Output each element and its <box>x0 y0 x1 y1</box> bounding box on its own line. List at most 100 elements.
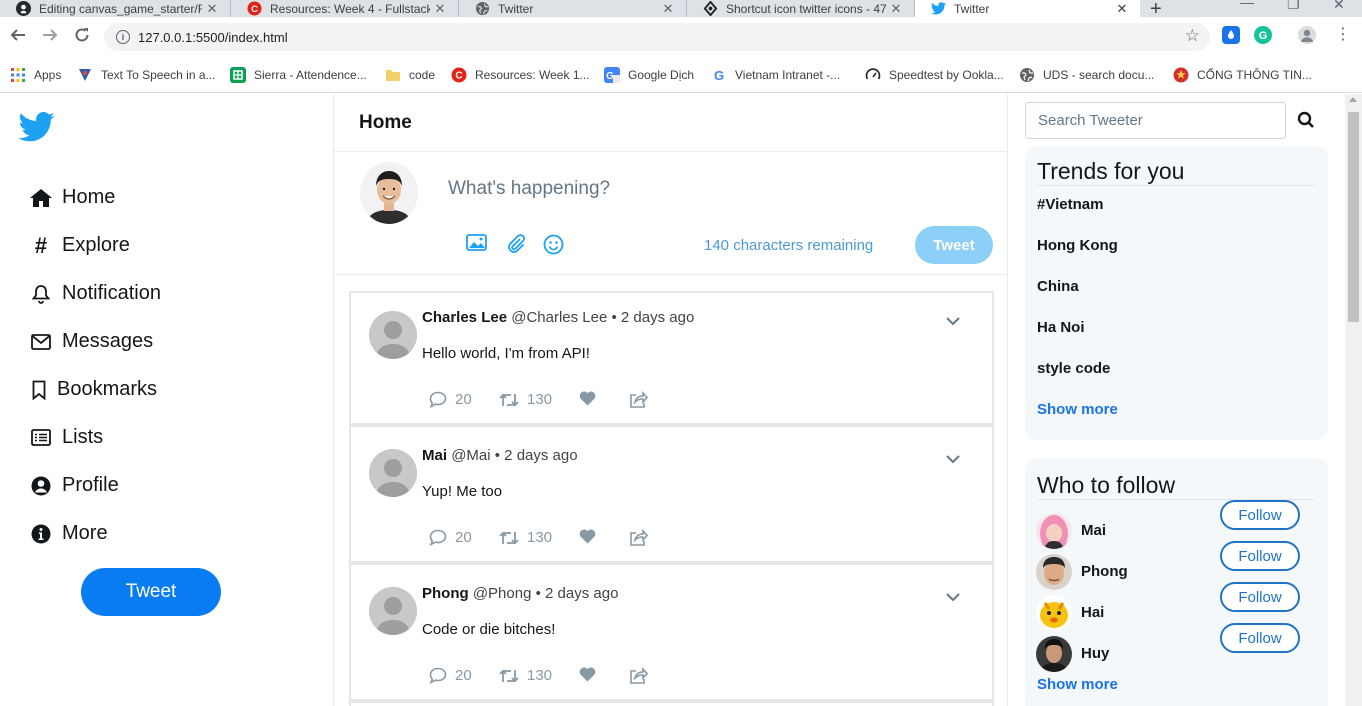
bookmark-item[interactable]: Apps <box>10 67 61 83</box>
follow-user-name[interactable]: Hai <box>1081 604 1104 621</box>
sidebar-item-profile[interactable]: Profile <box>30 474 119 497</box>
image-icon[interactable] <box>466 234 487 256</box>
bookmark-item[interactable]: Speedtest by Ookla... <box>865 67 1004 83</box>
extension-drop-icon[interactable] <box>1222 26 1240 44</box>
browser-tab[interactable]: Twitter ✕ <box>459 0 687 17</box>
bookmark-item[interactable]: CỔNG THÔNG TIN... <box>1173 67 1312 83</box>
trend-item[interactable]: China <box>1037 278 1079 295</box>
close-icon[interactable]: ✕ <box>658 1 678 17</box>
bookmark-item[interactable]: UDS - search docu... <box>1019 67 1154 83</box>
like-button[interactable] <box>579 391 604 406</box>
tweet-author-handle[interactable]: @Phong <box>473 585 532 602</box>
close-icon[interactable]: ✕ <box>1112 1 1132 17</box>
avatar[interactable] <box>1036 636 1072 672</box>
avatar[interactable] <box>369 449 417 497</box>
bookmark-item[interactable]: G Google Dịch <box>604 67 694 83</box>
bookmark-item[interactable]: code <box>385 67 435 83</box>
kebab-menu-icon[interactable]: ⋮ <box>1334 26 1352 44</box>
retweet-button[interactable]: 130 <box>499 667 552 684</box>
tweet-author-name[interactable]: Charles Lee <box>422 309 507 326</box>
compose-input[interactable]: What's happening? <box>448 178 610 200</box>
retweet-icon <box>499 531 519 544</box>
profile-avatar-icon[interactable] <box>1298 26 1316 44</box>
speedtest-icon <box>865 67 881 83</box>
reload-button[interactable] <box>72 27 92 48</box>
sidebar-tweet-button[interactable]: Tweet <box>81 568 221 616</box>
browser-tab[interactable]: C Resources: Week 4 - Fullstack V ✕ <box>231 0 459 17</box>
avatar[interactable] <box>1036 513 1072 549</box>
tweet-author-handle[interactable]: @Charles Lee <box>511 309 607 326</box>
scroll-up-arrow-icon[interactable] <box>1349 97 1357 102</box>
trend-item[interactable]: Ha Noi <box>1037 319 1085 336</box>
share-button[interactable] <box>629 529 656 546</box>
window-close-button[interactable]: ✕ <box>1333 0 1345 13</box>
sidebar-item-explore[interactable]: # Explore <box>30 233 130 258</box>
reply-button[interactable]: 20 <box>429 391 472 408</box>
avatar[interactable] <box>369 311 417 359</box>
page-scrollbar[interactable] <box>1345 94 1362 706</box>
retweet-button[interactable]: 130 <box>499 391 552 408</box>
browser-tab[interactable]: Editing canvas_game_starter/R ✕ <box>0 0 231 17</box>
search-input[interactable]: Search Tweeter <box>1025 102 1286 139</box>
avatar[interactable] <box>1036 554 1072 590</box>
like-button[interactable] <box>579 529 604 544</box>
browser-tab-active[interactable]: Twitter ✕ <box>915 0 1140 17</box>
sidebar-item-notification[interactable]: Notification <box>30 282 161 305</box>
minimize-button[interactable]: — <box>1240 0 1254 10</box>
close-icon[interactable]: ✕ <box>430 1 450 17</box>
paperclip-icon[interactable] <box>506 234 526 259</box>
bookmark-item[interactable]: G Vietnam Intranet -... <box>711 67 840 83</box>
follow-button[interactable]: Follow <box>1220 582 1300 612</box>
tweet-author-name[interactable]: Mai <box>422 447 447 464</box>
emoji-icon[interactable] <box>543 234 564 260</box>
back-button[interactable] <box>8 27 28 48</box>
sidebar-item-home[interactable]: Home <box>30 186 115 209</box>
follow-button[interactable]: Follow <box>1220 623 1300 653</box>
grammarly-icon[interactable]: G <box>1254 26 1272 44</box>
sidebar-item-bookmarks[interactable]: Bookmarks <box>30 378 157 401</box>
follow-user-name[interactable]: Mai <box>1081 522 1106 539</box>
character-counter: 140 characters remaining <box>704 237 874 254</box>
sidebar-item-lists[interactable]: Lists <box>30 426 103 449</box>
sidebar-item-more[interactable]: More <box>30 522 108 545</box>
chevron-down-icon[interactable] <box>945 313 961 331</box>
follow-user-name[interactable]: Huy <box>1081 645 1109 662</box>
forward-button[interactable] <box>40 27 60 48</box>
tweet-author-name[interactable]: Phong <box>422 585 469 602</box>
bookmark-star-icon[interactable]: ☆ <box>1185 26 1200 46</box>
site-info-icon[interactable]: i <box>116 30 130 44</box>
close-icon[interactable]: ✕ <box>886 1 906 17</box>
avatar[interactable] <box>360 162 418 224</box>
search-icon[interactable] <box>1297 111 1315 134</box>
sidebar-item-messages[interactable]: Messages <box>30 330 153 353</box>
bookmark-item[interactable]: Sierra - Attendence... <box>230 67 367 83</box>
address-bar[interactable]: i 127.0.0.1:5500/index.html ☆ <box>104 23 1210 51</box>
reply-button[interactable]: 20 <box>429 667 472 684</box>
twitter-logo-icon[interactable] <box>18 112 55 147</box>
maximize-button[interactable]: ❐ <box>1287 0 1300 13</box>
share-button[interactable] <box>629 667 656 684</box>
trend-item[interactable]: style code <box>1037 360 1110 377</box>
reply-button[interactable]: 20 <box>429 529 472 546</box>
bookmark-item[interactable]: C Resources: Week 1... <box>451 67 590 83</box>
who-to-follow-show-more-link[interactable]: Show more <box>1037 676 1118 693</box>
chevron-down-icon[interactable] <box>945 589 961 607</box>
follow-button[interactable]: Follow <box>1220 541 1300 571</box>
tweet-author-handle[interactable]: @Mai <box>451 447 490 464</box>
chevron-down-icon[interactable] <box>945 451 961 469</box>
compose-tweet-button[interactable]: Tweet <box>915 226 993 264</box>
bookmark-item[interactable]: Text To Speech in a... <box>77 67 216 83</box>
browser-tab[interactable]: Shortcut icon twitter icons - 47 ✕ <box>687 0 915 17</box>
avatar[interactable] <box>1036 595 1072 631</box>
avatar[interactable] <box>369 587 417 635</box>
close-icon[interactable]: ✕ <box>202 1 222 17</box>
follow-user-name[interactable]: Phong <box>1081 563 1128 580</box>
trend-item[interactable]: Hong Kong <box>1037 237 1118 254</box>
follow-button[interactable]: Follow <box>1220 500 1300 530</box>
retweet-button[interactable]: 130 <box>499 529 552 546</box>
trends-show-more-link[interactable]: Show more <box>1037 401 1118 418</box>
trend-item[interactable]: #Vietnam <box>1037 196 1103 213</box>
share-button[interactable] <box>629 391 656 408</box>
scrollbar-thumb[interactable] <box>1348 112 1359 322</box>
like-button[interactable] <box>579 667 604 682</box>
